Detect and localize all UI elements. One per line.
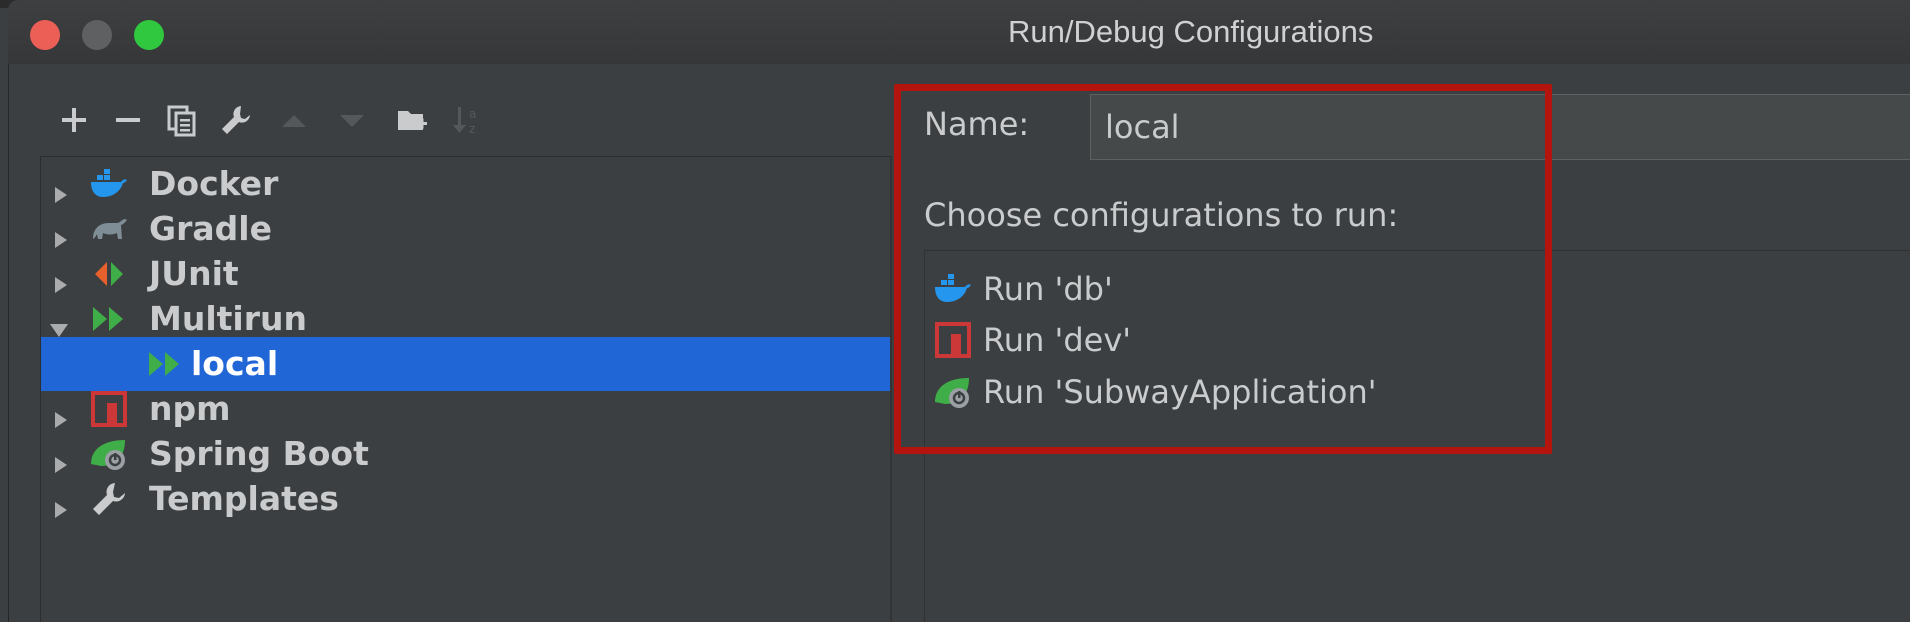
sort-icon: a z bbox=[453, 107, 476, 136]
configuration-tree: Docker Gradle JUnit Multirun local npm S… bbox=[40, 156, 891, 622]
tree-item-templates[interactable]: Templates bbox=[41, 472, 891, 526]
new-folder-button[interactable] bbox=[392, 100, 432, 140]
maximize-window-button[interactable] bbox=[134, 20, 164, 50]
window-title: Run/Debug Configurations bbox=[1008, 14, 1374, 49]
expand-arrow-icon[interactable] bbox=[51, 174, 71, 203]
collapse-arrow-icon[interactable] bbox=[49, 309, 69, 337]
plus-icon bbox=[62, 108, 86, 132]
config-item-dev[interactable]: Run 'dev' bbox=[933, 317, 1131, 363]
move-up-button[interactable] bbox=[274, 100, 314, 140]
move-down-button[interactable] bbox=[332, 100, 372, 140]
wrench-icon bbox=[222, 106, 250, 134]
svg-text:z: z bbox=[469, 122, 475, 136]
config-item-db[interactable]: Run 'db' bbox=[933, 266, 1113, 312]
name-label: Name: bbox=[924, 105, 1030, 143]
multirun-icon bbox=[89, 299, 129, 339]
move-up-icon bbox=[282, 115, 306, 127]
tree-item-label: local bbox=[191, 344, 279, 383]
minimize-window-button[interactable] bbox=[82, 20, 112, 50]
expand-arrow-icon[interactable] bbox=[51, 489, 71, 518]
config-item-label: Run 'dev' bbox=[983, 321, 1132, 359]
tree-item-label: npm bbox=[149, 389, 231, 428]
title-bar: Run/Debug Configurations bbox=[8, 0, 1910, 65]
new-folder-icon bbox=[398, 111, 427, 130]
copy-configuration-button[interactable] bbox=[162, 100, 202, 140]
config-item-label: Run 'SubwayApplication' bbox=[983, 373, 1377, 411]
edit-defaults-button[interactable] bbox=[216, 100, 256, 140]
expand-arrow-icon[interactable] bbox=[51, 219, 71, 248]
docker-icon bbox=[933, 269, 973, 309]
tree-item-label: Spring Boot bbox=[149, 434, 369, 473]
tree-item-label: Templates bbox=[149, 479, 339, 518]
config-item-label: Run 'db' bbox=[983, 270, 1113, 308]
config-item-subway-application[interactable]: Run 'SubwayApplication' bbox=[933, 369, 1377, 415]
expand-arrow-icon[interactable] bbox=[51, 444, 71, 473]
minus-icon bbox=[116, 118, 140, 122]
tree-item-label: JUnit bbox=[149, 254, 239, 293]
configurations-list: Run 'db' Run 'dev' Run 'SubwayApplicatio… bbox=[924, 250, 1910, 622]
spring-boot-icon bbox=[89, 434, 129, 474]
spring-boot-icon bbox=[933, 372, 973, 412]
copy-icon bbox=[167, 105, 196, 137]
tree-item-label: Docker bbox=[149, 164, 279, 203]
wrench-icon bbox=[89, 479, 129, 519]
svg-text:a: a bbox=[469, 107, 476, 121]
npm-icon bbox=[89, 389, 129, 429]
gradle-icon bbox=[89, 209, 129, 249]
close-window-button[interactable] bbox=[30, 20, 60, 50]
expand-arrow-icon[interactable] bbox=[51, 264, 71, 293]
sort-button[interactable]: a z bbox=[448, 100, 488, 140]
multirun-icon bbox=[145, 344, 185, 384]
run-debug-dialog: Run/Debug Configurations a z Docker Grad… bbox=[0, 0, 1910, 622]
tree-item-label: Gradle bbox=[149, 209, 272, 248]
choose-configurations-label: Choose configurations to run: bbox=[924, 196, 1399, 234]
tree-item-label: Multirun bbox=[149, 299, 307, 338]
move-down-icon bbox=[340, 115, 364, 127]
panel-splitter[interactable] bbox=[890, 156, 892, 622]
remove-configuration-button[interactable] bbox=[108, 100, 148, 140]
add-configuration-button[interactable] bbox=[54, 100, 94, 140]
docker-icon bbox=[89, 164, 129, 204]
npm-icon bbox=[933, 320, 973, 360]
junit-icon bbox=[89, 254, 129, 294]
expand-arrow-icon[interactable] bbox=[51, 399, 71, 428]
name-input[interactable]: local bbox=[1090, 94, 1910, 160]
